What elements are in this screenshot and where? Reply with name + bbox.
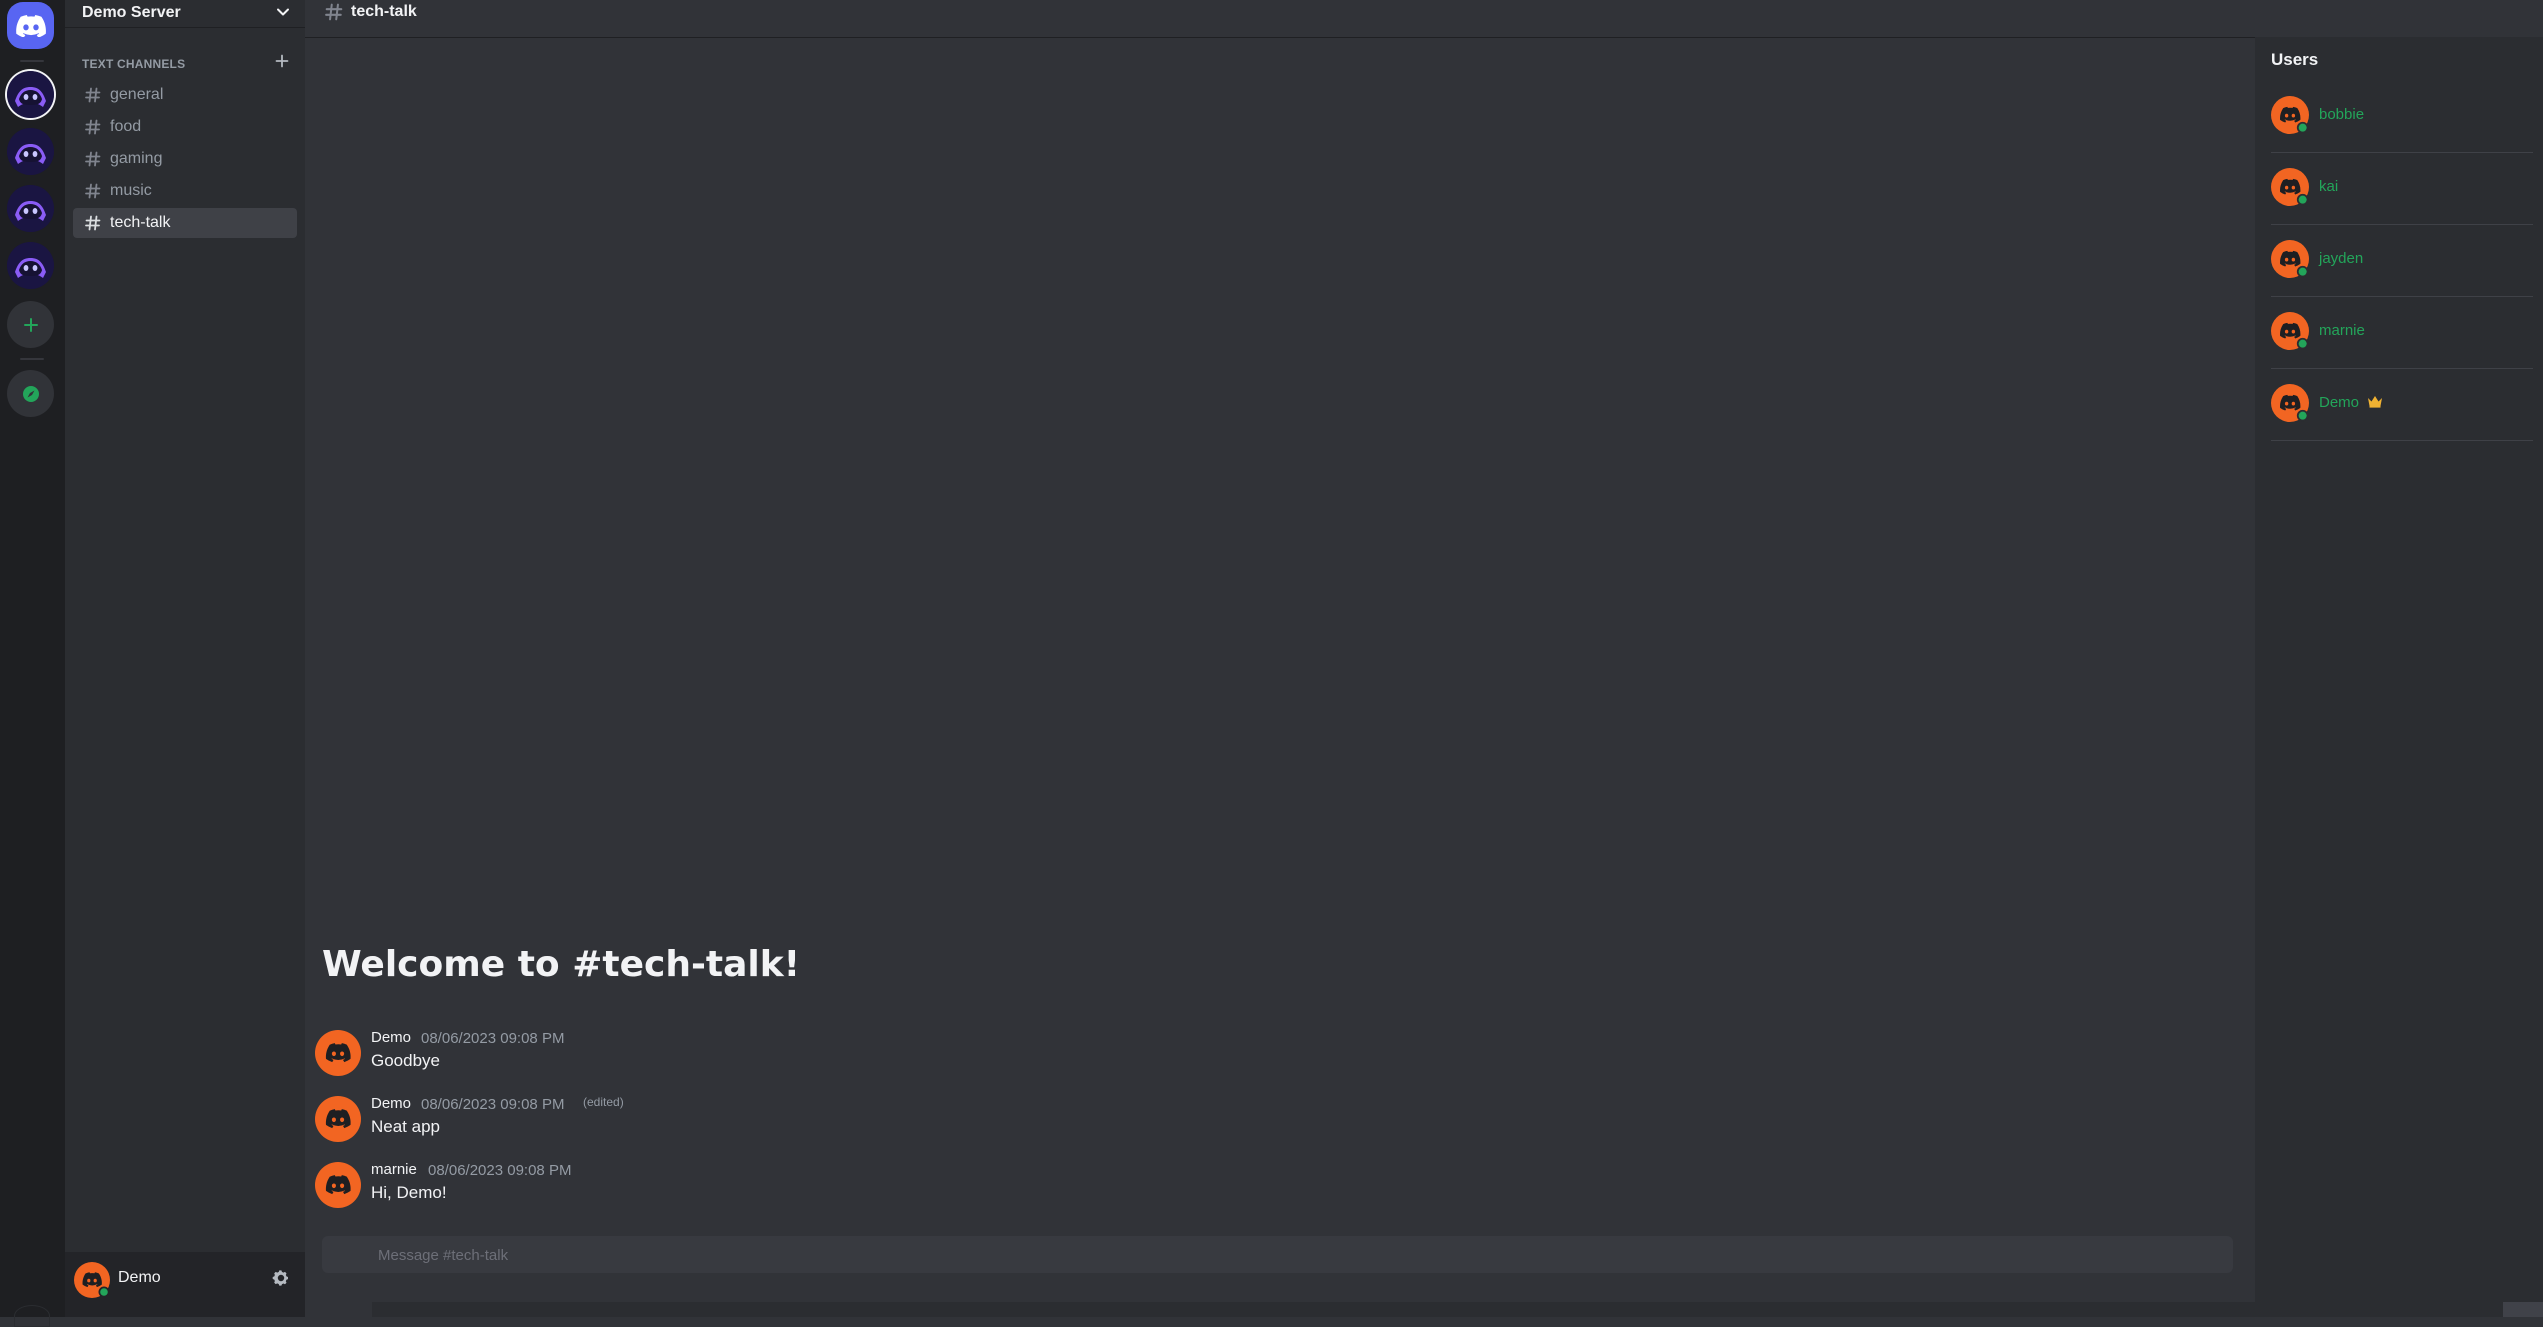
message-input[interactable] xyxy=(376,1236,2180,1275)
channel-sidebar: Demo Server TEXT CHANNELS general food g… xyxy=(65,0,305,1317)
edited-label: (edited) xyxy=(583,1095,624,1109)
member-name: jayden xyxy=(2319,250,2364,267)
hash-icon xyxy=(85,87,101,103)
add-server-button[interactable] xyxy=(7,301,54,348)
member-name: bobbie xyxy=(2319,106,2365,123)
message: Demo 08/06/2023 09:08 PM Goodbye xyxy=(315,1029,1315,1090)
message-author[interactable]: Demo xyxy=(371,1095,411,1112)
member-list-title: Users xyxy=(2271,50,2319,69)
message: Demo 08/06/2023 09:08 PM (edited) Neat a… xyxy=(315,1095,1315,1156)
hash-icon xyxy=(85,151,101,167)
channel-label: gaming xyxy=(110,150,163,167)
server-name: Demo Server xyxy=(82,4,181,21)
member-item[interactable]: jayden xyxy=(2271,224,2533,297)
message-author[interactable]: marnie xyxy=(371,1161,417,1178)
welcome-heading: Welcome to #tech-talk! xyxy=(322,944,801,985)
message-text: Goodbye xyxy=(371,1051,440,1070)
server-icon xyxy=(7,71,54,118)
crown-icon xyxy=(2368,396,2382,408)
current-user-name: Demo xyxy=(118,1269,161,1286)
avatar xyxy=(2271,168,2309,206)
server-rail xyxy=(0,0,65,1327)
message-text: Hi, Demo! xyxy=(371,1183,447,1202)
message: marnie 08/06/2023 09:08 PM Hi, Demo! xyxy=(315,1161,1315,1222)
discord-logo-icon xyxy=(15,14,46,37)
avatar xyxy=(2271,96,2309,134)
avatar[interactable] xyxy=(315,1162,361,1208)
message-timestamp: 08/06/2023 09:08 PM xyxy=(421,1030,565,1047)
server-icon-demo-server[interactable] xyxy=(7,71,54,118)
avatar xyxy=(2271,312,2309,350)
hash-icon xyxy=(85,183,101,199)
message-timestamp: 08/06/2023 09:08 PM xyxy=(421,1096,565,1113)
avatar[interactable] xyxy=(74,1262,110,1298)
channel-music[interactable]: music xyxy=(73,176,297,206)
message-author[interactable]: Demo xyxy=(371,1029,411,1046)
avatar[interactable] xyxy=(315,1096,361,1142)
chevron-down-icon[interactable] xyxy=(274,3,292,21)
explore-servers-button[interactable] xyxy=(7,370,54,417)
channel-label: food xyxy=(110,118,142,135)
channel-title: tech-talk xyxy=(351,3,417,20)
hash-icon xyxy=(85,119,101,135)
channel-header: tech-talk xyxy=(305,0,2543,38)
server-icon-2[interactable] xyxy=(7,128,54,175)
channel-gaming[interactable]: gaming xyxy=(73,144,297,174)
message-timestamp: 08/06/2023 09:08 PM xyxy=(428,1162,572,1179)
server-icon-3[interactable] xyxy=(7,185,54,232)
hash-icon xyxy=(85,215,101,231)
member-item[interactable]: bobbie xyxy=(2271,80,2533,153)
member-item[interactable]: kai xyxy=(2271,152,2533,225)
scrollbar-corner xyxy=(2503,1302,2543,1317)
category-label: TEXT CHANNELS xyxy=(82,57,186,71)
member-item[interactable]: Demo xyxy=(2271,368,2533,441)
gear-icon[interactable] xyxy=(272,1269,290,1287)
channel-label: music xyxy=(110,182,152,199)
horizontal-scrollbar[interactable] xyxy=(372,1302,2503,1317)
discord-home-button[interactable] xyxy=(7,2,54,49)
channel-food[interactable]: food xyxy=(73,112,297,142)
member-item[interactable]: marnie xyxy=(2271,296,2533,369)
member-list: Users bobbie kai jayden marnie Demo xyxy=(2255,37,2543,1302)
plus-icon xyxy=(23,317,38,332)
message-composer xyxy=(322,1236,2233,1275)
avatar xyxy=(2271,384,2309,422)
channel-tech-talk[interactable]: tech-talk xyxy=(73,208,297,238)
channel-label: tech-talk xyxy=(110,214,171,231)
hash-icon xyxy=(325,3,343,21)
message-text: Neat app xyxy=(371,1117,440,1136)
compass-icon xyxy=(22,385,39,402)
member-name: kai xyxy=(2319,178,2339,195)
server-header[interactable]: Demo Server xyxy=(65,0,305,28)
server-icon-4[interactable] xyxy=(7,242,54,289)
user-panel: Demo xyxy=(65,1252,305,1317)
server-icon xyxy=(7,242,54,289)
rail-separator xyxy=(20,358,44,360)
channel-label: general xyxy=(110,86,164,103)
rail-separator xyxy=(20,60,44,62)
member-name: marnie xyxy=(2319,322,2365,339)
add-channel-icon[interactable] xyxy=(274,53,290,69)
member-name: Demo xyxy=(2319,394,2360,411)
avatar xyxy=(2271,240,2309,278)
channel-general[interactable]: general xyxy=(73,80,297,110)
rail-scroll-fade xyxy=(14,1305,50,1327)
server-icon xyxy=(7,185,54,232)
avatar[interactable] xyxy=(315,1030,361,1076)
server-icon xyxy=(7,128,54,175)
